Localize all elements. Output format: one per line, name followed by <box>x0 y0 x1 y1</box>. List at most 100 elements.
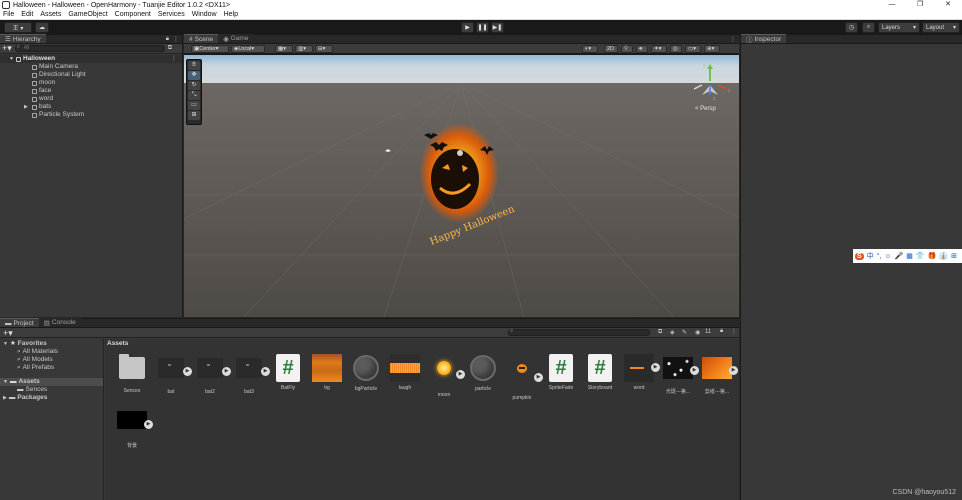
tree-item-all-materials[interactable]: ⌕ All Materials <box>0 348 103 356</box>
expand-arrow-icon[interactable]: ▼ <box>3 340 8 348</box>
more-icon[interactable]: ⋮ <box>731 328 737 335</box>
menu-edit[interactable]: Edit <box>21 11 33 18</box>
layers-dropdown[interactable]: Layers ▾ <box>878 22 920 33</box>
audio-icon[interactable]: 🔊︎ <box>636 45 648 53</box>
menu-window[interactable]: Window <box>192 11 217 18</box>
hierarchy-item[interactable]: ▶ bats <box>0 103 182 111</box>
rotate-tool-icon[interactable]: ↻ <box>188 81 200 90</box>
asset-item[interactable]: Sences <box>111 354 153 398</box>
close-button[interactable]: ✕ <box>934 0 962 10</box>
menu-assets[interactable]: Assets <box>40 11 61 18</box>
ime-skin-icon[interactable]: 👕 <box>916 252 925 260</box>
breadcrumb[interactable]: Assets <box>107 340 128 347</box>
pause-icon[interactable]: ❚❚ <box>476 22 489 33</box>
hierarchy-item[interactable]: Main Camera <box>0 63 182 71</box>
tab-scene[interactable]: # Scene <box>184 34 219 43</box>
history-icon[interactable]: ◷ <box>845 22 858 33</box>
grid-snap-icon[interactable]: ▦▾ <box>275 45 293 53</box>
camera-icon[interactable]: ▭▾ <box>685 45 701 53</box>
play-preview-icon[interactable]: ▶ <box>729 366 738 375</box>
asset-item[interactable]: ▶ 剪纸---第... <box>696 354 738 398</box>
scale-tool-icon[interactable]: ⤡ <box>188 91 200 100</box>
ime-voice-icon[interactable]: 🎤 <box>895 252 904 260</box>
asset-item[interactable]: # Storyboard <box>579 354 621 398</box>
ime-keyboard-icon[interactable]: ▦ <box>906 252 913 260</box>
filter-icon[interactable]: ⧉ <box>168 45 172 52</box>
layout-dropdown[interactable]: Layout ▾ <box>922 22 960 33</box>
expand-arrow-icon[interactable]: ▶ <box>24 103 28 111</box>
tree-item-favorites[interactable]: ▼ ★ Favorites <box>0 340 103 348</box>
tab-game[interactable]: ◉ Game <box>218 34 254 43</box>
ime-emoji-icon[interactable]: ☺ <box>884 253 891 260</box>
tab-hierarchy[interactable]: ☰ Hierarchy <box>0 34 46 43</box>
lock-icon[interactable]: 🔒︎ <box>720 328 723 335</box>
hierarchy-item[interactable]: Directional Light <box>0 71 182 79</box>
asset-item[interactable]: laugh <box>384 354 426 398</box>
rect-tool-icon[interactable]: ▭ <box>188 101 200 110</box>
menu-component[interactable]: Component <box>115 11 151 18</box>
asset-item[interactable]: # SpriteFade <box>540 354 582 398</box>
increment-snap-icon[interactable]: ▥▾ <box>295 45 313 53</box>
hierarchy-search-input[interactable]: All <box>14 45 165 52</box>
asset-item[interactable]: ▶ moon <box>423 354 465 398</box>
cloud-icon[interactable]: ☁ <box>35 22 49 33</box>
tree-item-all-prefabs[interactable]: ⌕ All Prefabs <box>0 364 103 372</box>
visibility-icon[interactable]: ◉ <box>695 329 700 336</box>
add-icon[interactable]: +▾ <box>2 43 12 54</box>
tree-item-sences[interactable]: ▬ Sences <box>0 386 103 394</box>
filter-type-icon[interactable]: ⧉ <box>658 329 662 336</box>
ruler-icon[interactable]: ⊟▾ <box>315 45 333 53</box>
step-icon[interactable]: ▶❚ <box>491 22 504 33</box>
expand-arrow-icon[interactable]: ▶ <box>3 394 7 402</box>
hand-tool-icon[interactable]: ✋︎ <box>188 61 200 70</box>
hierarchy-item[interactable]: Particle System <box>0 111 182 119</box>
shading-mode-icon[interactable]: ◐▾ <box>582 45 598 53</box>
ime-punctuation-icon[interactable]: °, <box>877 253 882 260</box>
asset-item[interactable]: bgParticle <box>345 354 387 398</box>
tree-item-assets[interactable]: ▼ ▬ Assets <box>0 378 103 386</box>
add-icon[interactable]: +▾ <box>3 328 13 339</box>
asset-item[interactable]: ▶ bat <box>150 354 192 398</box>
asset-item[interactable]: bg <box>306 354 348 398</box>
ime-tools-icon[interactable]: 👔 <box>939 252 948 260</box>
hidden-objects-icon[interactable]: ◎ <box>670 45 682 53</box>
asset-item[interactable]: ▶ bat2 <box>189 354 231 398</box>
tab-inspector[interactable]: ⓘ Inspector <box>741 34 787 44</box>
ime-chinese-mode[interactable]: 中 <box>867 251 874 261</box>
expand-arrow-icon[interactable]: ▼ <box>9 55 14 63</box>
asset-item[interactable]: ▶ bat3 <box>228 354 270 398</box>
hierarchy-item[interactable]: word <box>0 95 182 103</box>
toggle-2d-button[interactable]: 2D <box>604 45 618 53</box>
ime-gift-icon[interactable]: 🎁 <box>928 252 937 260</box>
tab-project[interactable]: ▬ Project <box>0 318 39 327</box>
ime-logo-icon[interactable]: S <box>855 252 864 260</box>
menu-file[interactable]: File <box>3 11 14 18</box>
tree-item-packages[interactable]: ▶ ▬ Packages <box>0 394 103 402</box>
tab-console[interactable]: ▤ Console <box>38 318 81 327</box>
search-icon[interactable]: ⌕ <box>862 22 875 33</box>
effects-icon[interactable]: ✦▾ <box>651 45 667 53</box>
asset-item[interactable]: # BatFly <box>267 354 309 398</box>
expand-arrow-icon[interactable]: ▼ <box>3 378 8 386</box>
play-preview-icon[interactable]: ▶ <box>144 420 153 429</box>
asset-item[interactable]: particle <box>462 354 504 398</box>
filter-label-icon[interactable]: ◈ <box>670 329 675 336</box>
star-icon[interactable]: ✎ <box>682 329 687 336</box>
project-search-input[interactable] <box>508 329 650 336</box>
more-icon[interactable]: ⋮ <box>730 36 736 43</box>
menu-help[interactable]: Help <box>224 11 238 18</box>
more-icon[interactable]: ⋮ <box>173 36 179 43</box>
scene-viewport[interactable]: Happy Halloween y x z < Persp ✋︎ ✥ ↻ ⤡ ▭… <box>184 55 739 317</box>
pivot-dropdown[interactable]: ▣ Center ▾ <box>191 45 229 53</box>
asset-item[interactable]: ▶ word <box>618 354 660 398</box>
projection-label[interactable]: < Persp <box>695 106 717 112</box>
play-icon[interactable]: ▶ <box>461 22 474 33</box>
hierarchy-item[interactable]: moon <box>0 79 182 87</box>
account-dropdown[interactable]: 王 ▾ <box>4 22 32 33</box>
move-tool-icon[interactable]: ✥ <box>188 71 200 80</box>
tree-item-all-models[interactable]: ⌕ All Models <box>0 356 103 364</box>
asset-item[interactable]: ▶ pumpkin <box>501 354 543 401</box>
minimize-button[interactable]: — <box>878 0 906 10</box>
more-icon[interactable]: ⋮ <box>171 55 177 63</box>
lighting-icon[interactable]: 💡︎ <box>621 45 633 53</box>
